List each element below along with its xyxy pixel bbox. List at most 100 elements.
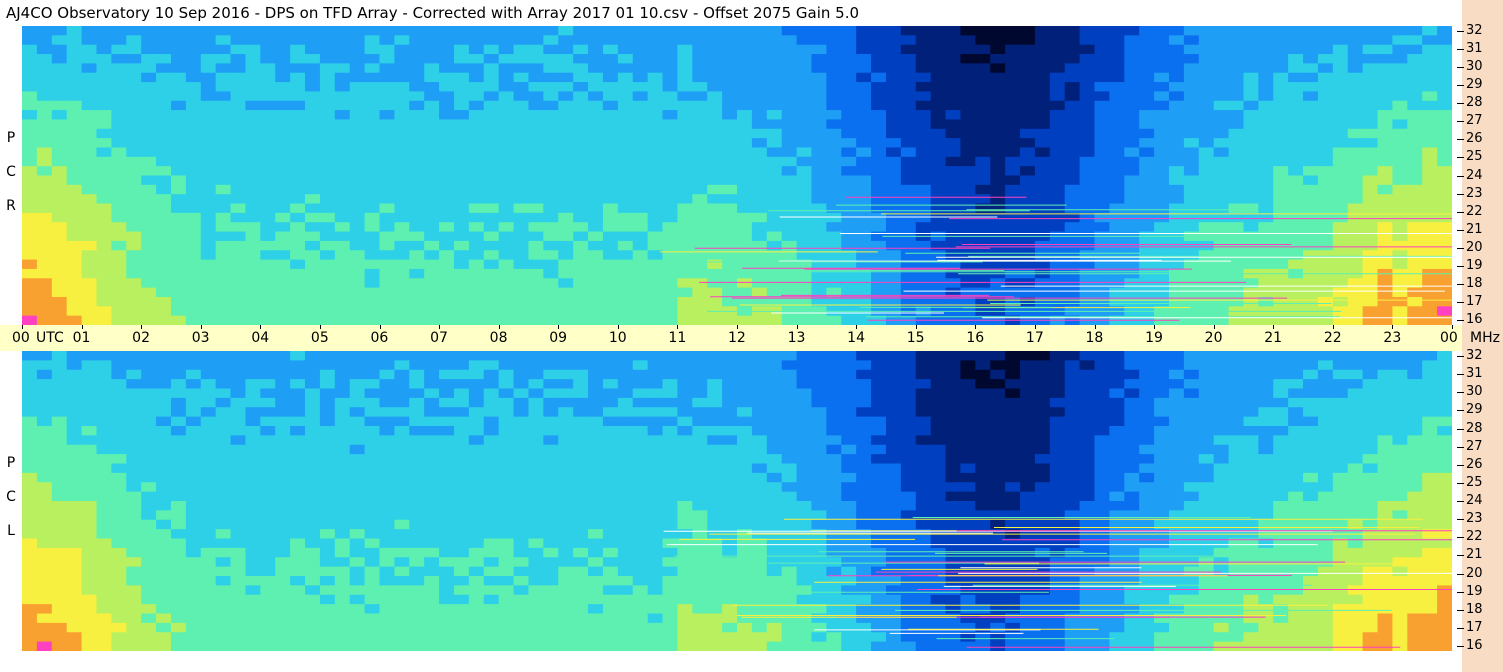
heatmap-cell [1332, 454, 1349, 465]
heatmap-cell [81, 472, 98, 483]
heatmap-cell [1392, 63, 1408, 74]
heatmap-cell [1183, 519, 1200, 530]
heatmap-cell [707, 156, 723, 167]
heatmap-cell [1034, 360, 1051, 371]
heatmap-cell [364, 519, 381, 530]
heatmap-cell [945, 240, 962, 251]
heatmap-cell [543, 44, 559, 55]
heatmap-cell [1303, 203, 1319, 214]
heatmap-cell [632, 110, 649, 121]
heatmap-cell [185, 296, 202, 307]
heatmap-cell [260, 222, 276, 233]
heatmap-cell [543, 287, 559, 298]
heatmap-cell [1422, 360, 1438, 371]
heatmap-cell [1332, 407, 1349, 418]
heatmap-cell [602, 82, 619, 92]
heatmap-cell [841, 35, 857, 46]
heatmap-cell [230, 360, 247, 371]
heatmap-cell [1377, 82, 1394, 92]
heatmap-cell [1198, 369, 1215, 380]
heatmap-cell [498, 397, 515, 408]
heatmap-cell [1154, 426, 1170, 436]
heatmap-cell [409, 472, 425, 483]
heatmap-cell [1258, 147, 1274, 158]
heatmap-cell [1258, 407, 1274, 418]
heatmap-cell [409, 212, 425, 223]
heatmap-cell [319, 212, 336, 223]
heatmap-cell [170, 435, 187, 446]
heatmap-cell [1064, 91, 1081, 102]
heatmap-cell [141, 72, 157, 83]
heatmap-cell [349, 147, 366, 158]
heatmap-cell [975, 156, 991, 167]
heatmap-cell [1049, 250, 1066, 261]
heatmap-cell [558, 360, 574, 371]
heatmap-cell [871, 407, 887, 418]
heatmap-cell [200, 184, 217, 195]
heatmap-cell [1347, 138, 1364, 149]
heatmap-cell [513, 54, 530, 64]
heatmap-cell [1154, 184, 1170, 195]
heatmap-cell [513, 482, 530, 493]
heatmap-cell [81, 388, 98, 399]
heatmap-cell [677, 156, 693, 167]
heatmap-cell [498, 231, 515, 242]
heatmap-cell [334, 510, 351, 521]
heatmap-cell [290, 454, 306, 465]
heatmap-cell [51, 44, 68, 55]
heatmap-cell [915, 360, 932, 371]
heatmap-cell [707, 463, 723, 474]
heatmap-cell [647, 128, 664, 139]
heatmap-cell [1362, 63, 1379, 74]
lcp-letter: P [6, 455, 16, 471]
heatmap-cell [1079, 454, 1096, 465]
heatmap-cell [22, 482, 38, 493]
heatmap-cell [796, 315, 813, 325]
heatmap-cell [841, 426, 857, 436]
heatmap-cell [141, 212, 157, 223]
heatmap-cell [1243, 110, 1259, 121]
heatmap-cell [364, 166, 381, 177]
heatmap-cell [1258, 278, 1274, 289]
heatmap-cell [185, 194, 202, 205]
heatmap-cell [409, 306, 425, 317]
heatmap-cell [379, 250, 395, 261]
heatmap-cell [1362, 472, 1379, 483]
heatmap-cell [51, 100, 68, 111]
heatmap-cell [453, 444, 470, 455]
heatmap-cell [737, 240, 753, 251]
heatmap-cell [1288, 426, 1304, 436]
heatmap-cell [1243, 222, 1259, 233]
heatmap-cell [1258, 435, 1274, 446]
heatmap-cell [379, 491, 395, 502]
heatmap-cell [453, 44, 470, 55]
heatmap-cell [707, 296, 723, 307]
heatmap-cell [1154, 91, 1170, 102]
heatmap-cell [1303, 259, 1319, 270]
heatmap-cell [632, 379, 649, 390]
heatmap-cell [900, 369, 917, 380]
heatmap-cell [1288, 351, 1304, 361]
heatmap-cell [1183, 287, 1200, 298]
heatmap-cell [1064, 360, 1081, 371]
heatmap-cell [737, 156, 753, 167]
heatmap-cell [751, 156, 768, 167]
heatmap-cell [1288, 156, 1304, 167]
heatmap-cell [617, 91, 634, 102]
heatmap-cell [528, 175, 544, 186]
heatmap-cell [1422, 315, 1438, 325]
heatmap-cell [1288, 491, 1304, 502]
heatmap-cell [1437, 501, 1452, 511]
heatmap-cell [781, 482, 798, 493]
heatmap-cell [528, 82, 544, 92]
heatmap-cell [737, 278, 753, 289]
heatmap-cell [1064, 26, 1081, 36]
heatmap-cell [1064, 287, 1081, 298]
heatmap-cell [498, 110, 515, 121]
heatmap-cell [1168, 351, 1185, 361]
heatmap-cell [766, 287, 783, 298]
heatmap-cell [960, 501, 976, 511]
heatmap-cell [1407, 100, 1423, 111]
heatmap-cell [1064, 100, 1081, 111]
heatmap-cell [558, 454, 574, 465]
